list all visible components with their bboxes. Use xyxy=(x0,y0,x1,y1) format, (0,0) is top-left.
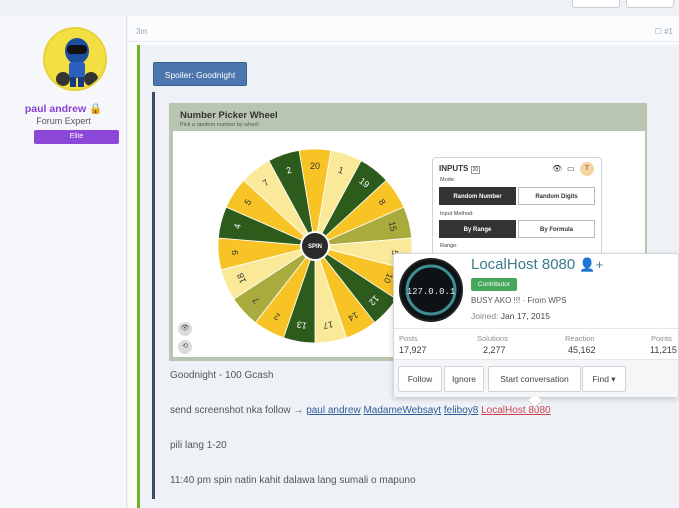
top-button-1[interactable] xyxy=(572,0,620,8)
wheel-title: Number Picker Wheel xyxy=(180,110,278,121)
mention-localhost-8080[interactable]: LocalHost 8080 xyxy=(481,405,551,416)
user-title: Forum Expert xyxy=(36,116,91,126)
range-label: Range: xyxy=(440,243,458,249)
spoiler-button[interactable]: Spoiler: Goodnight xyxy=(153,62,247,86)
view-icon: 👁 xyxy=(552,164,563,173)
spin-label[interactable]: SPIN xyxy=(308,244,322,250)
input-method-label: Input Method: xyxy=(440,211,474,217)
content-line-3: pili lang 1-20 xyxy=(170,440,227,451)
start-conversation-button[interactable]: Start conversation xyxy=(488,366,581,392)
random-number-button[interactable]: Random Number xyxy=(439,187,516,205)
post-header: 3m ☐ #1 xyxy=(128,16,679,42)
stat-reaction-value[interactable]: 45,162 xyxy=(568,345,596,355)
stat-posts-value[interactable]: 17,927 xyxy=(399,345,427,355)
top-button-2[interactable] xyxy=(626,0,674,8)
chat-icon: ▭ xyxy=(567,164,575,173)
wheel-segment-label: 9 xyxy=(230,250,240,256)
mention-madamewebsayt[interactable]: MadameWebsayt xyxy=(363,405,441,416)
avatar[interactable] xyxy=(43,27,107,91)
popup-joined: Joined: Jan 17, 2015 xyxy=(471,311,550,321)
mention-feliboy8[interactable]: feliboy8 xyxy=(444,405,478,416)
wheel-segment-label: 17 xyxy=(322,319,334,331)
content-line-4: 11:40 pm spin natin kahit dalawa lang su… xyxy=(170,475,416,486)
wheel-subtitle: Pick a random number by wheel xyxy=(180,122,259,128)
random-digits-button[interactable]: Random Digits xyxy=(518,187,595,205)
popup-username[interactable]: LocalHost 8080 👤+ xyxy=(471,256,603,273)
top-strip xyxy=(0,0,679,16)
stat-solutions-value[interactable]: 2,277 xyxy=(483,345,506,355)
number-wheel: 2011981551012141713271894572SPIN xyxy=(217,148,413,344)
by-formula-button[interactable]: By Formula xyxy=(518,220,595,238)
contributor-badge: Contributor xyxy=(471,278,517,291)
post-user-column: paul andrew 🔒 Forum Expert Elite xyxy=(0,16,127,508)
theme-icon: T xyxy=(580,162,594,176)
stat-reaction-label: Reaction xyxy=(565,334,595,343)
lock-icon: 🔒 xyxy=(89,103,103,115)
wheel-segment-label: 20 xyxy=(310,161,320,171)
wheel-segment-label: 13 xyxy=(296,319,308,331)
follow-button[interactable]: Follow xyxy=(398,366,442,392)
stat-posts-label: Posts xyxy=(399,334,418,343)
user-badge: Elite xyxy=(34,130,119,144)
popup-avatar[interactable]: 127.0.0.1 xyxy=(399,258,463,322)
find-dropdown[interactable]: Find ▾ xyxy=(582,366,626,392)
popup-status: BUSY AKO !!! · From WPS xyxy=(471,296,567,305)
post-time[interactable]: 3m xyxy=(136,27,147,36)
popup-divider xyxy=(394,328,678,329)
stat-solutions-label: Solutions xyxy=(477,334,508,343)
stat-points-label: Points xyxy=(651,334,672,343)
username[interactable]: paul andrew 🔒 xyxy=(0,102,127,115)
stat-points-value[interactable]: 11,215 xyxy=(650,345,677,355)
history-icon: ⟲ xyxy=(178,340,192,354)
post-actions[interactable]: ☐ #1 xyxy=(655,27,673,36)
ignore-button[interactable]: Ignore xyxy=(444,366,484,392)
by-range-button[interactable]: By Range xyxy=(439,220,516,238)
line2-prefix: send screenshot nka follow → xyxy=(170,405,307,416)
follow-user-icon: 👤+ xyxy=(579,257,604,272)
content-line-1: Goodnight - 100 Gcash xyxy=(170,370,274,381)
eye-icon: 👁 xyxy=(178,322,192,336)
mode-label: Mode: xyxy=(440,177,456,183)
content-line-2: send screenshot nka follow → paul andrew… xyxy=(170,405,551,416)
inputs-title: INPUTS 20 xyxy=(439,164,481,174)
svg-text:127.0.0.1: 127.0.0.1 xyxy=(407,287,456,297)
mention-paul-andrew[interactable]: paul andrew xyxy=(306,405,360,416)
